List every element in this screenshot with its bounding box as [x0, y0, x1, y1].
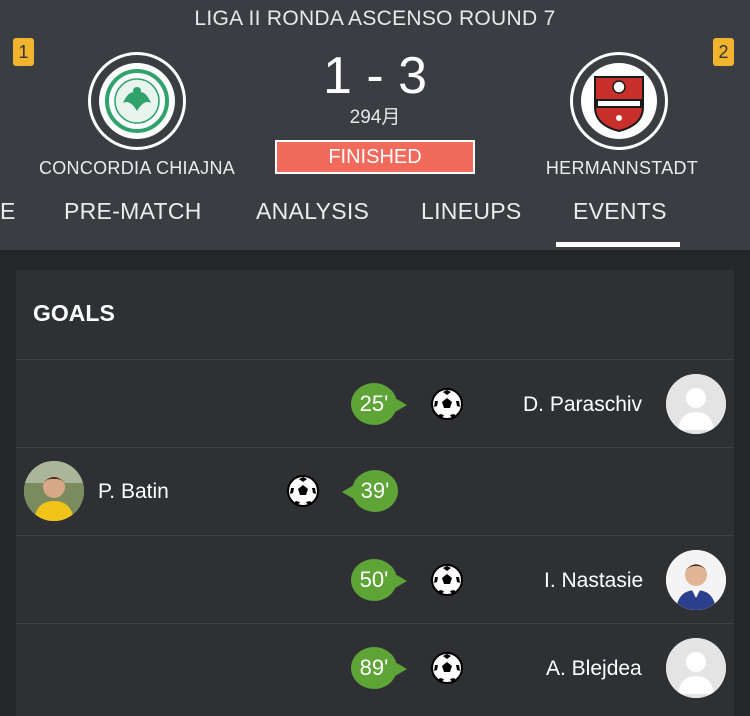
match-status-badge: FINISHED [275, 140, 475, 174]
home-rank-badge: 1 [13, 38, 34, 66]
soccer-ball-icon [431, 564, 463, 596]
goal-minute-bubble: 50' [351, 559, 407, 601]
row-divider [16, 447, 734, 448]
soccer-ball-icon [431, 652, 463, 684]
tab-analysis[interactable]: ANALYSIS [256, 198, 369, 225]
goal-minute-bubble: 39' [342, 470, 398, 512]
tab-lineups[interactable]: LINEUPS [421, 198, 522, 225]
tab-overview[interactable]: E [0, 198, 16, 225]
away-team-crest[interactable] [570, 52, 668, 150]
goal-scorer-name[interactable]: I. Nastasie [544, 569, 643, 593]
active-tab-indicator [556, 242, 680, 247]
row-divider [16, 535, 734, 536]
match-header: LIGA II RONDA ASCENSO ROUND 7 1 2 CONCOR… [0, 0, 750, 250]
tab-events[interactable]: EVENTS [573, 198, 667, 225]
goal-minute-bubble: 25' [351, 383, 407, 425]
row-divider [16, 359, 734, 360]
row-divider [16, 623, 734, 624]
soccer-ball-icon [287, 475, 319, 507]
tab-pre-match[interactable]: PRE-MATCH [64, 198, 202, 225]
match-minute: 294月 [349, 107, 401, 128]
league-round-title: LIGA II RONDA ASCENSO ROUND 7 [194, 7, 556, 30]
section-title: GOALS [33, 300, 115, 326]
concordia-crest-icon [99, 63, 175, 139]
goal-scorer-name[interactable]: P. Batin [98, 480, 169, 504]
player-avatar-icon[interactable] [666, 550, 726, 610]
match-score: 1 - 3 [322, 47, 428, 105]
player-avatar-icon[interactable] [666, 374, 726, 434]
soccer-ball-icon [431, 388, 463, 420]
home-team-name[interactable]: CONCORDIA CHIAJNA [27, 158, 247, 179]
home-team-crest[interactable] [88, 52, 186, 150]
goal-minute-bubble: 89' [351, 647, 407, 689]
hermannstadt-crest-icon [581, 63, 657, 139]
away-rank-badge: 2 [713, 38, 734, 66]
goal-scorer-name[interactable]: A. Blejdea [546, 657, 642, 681]
goal-scorer-name[interactable]: D. Paraschiv [523, 393, 642, 417]
player-avatar-icon[interactable] [666, 638, 726, 698]
player-avatar-icon[interactable] [24, 461, 84, 521]
away-team-name[interactable]: HERMANNSTADT [512, 158, 732, 179]
